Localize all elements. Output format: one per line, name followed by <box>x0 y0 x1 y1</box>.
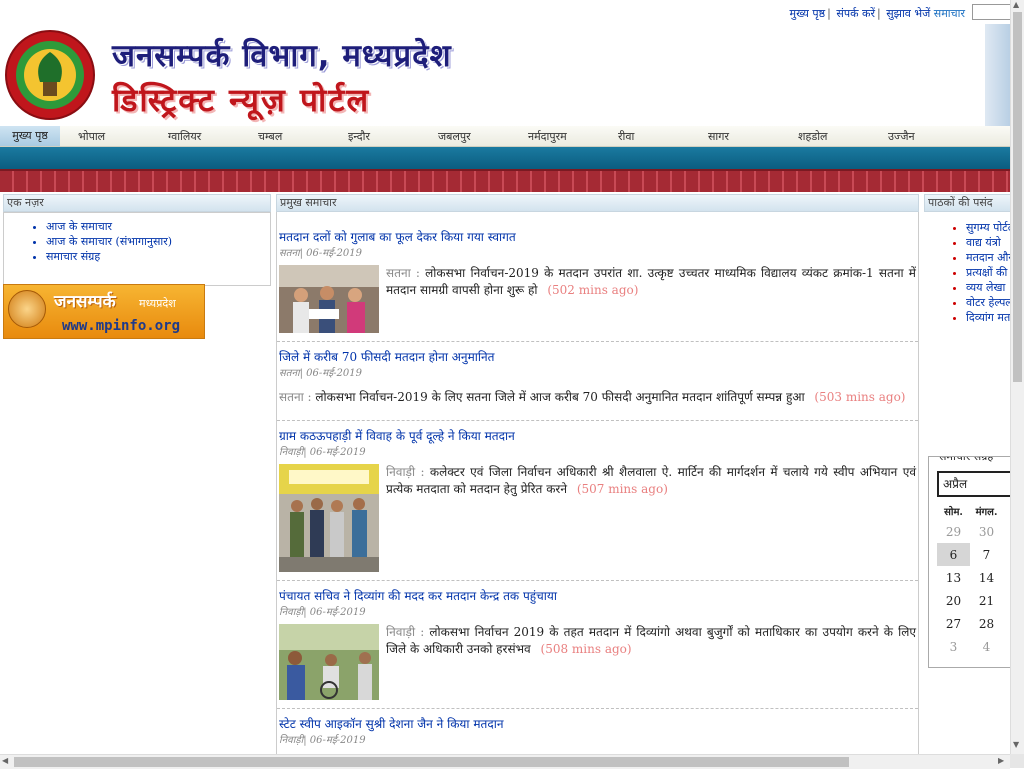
top-bar: मुख्य पृष्ठ | संपर्क करें | सुझाव भेजें सम… <box>0 0 1016 24</box>
calendar-day[interactable]: 14 <box>970 566 1003 589</box>
readers-choice-item[interactable]: व्यय लेखा <box>966 280 1010 295</box>
vertical-scroll-thumb[interactable] <box>1013 12 1022 382</box>
news-archive-calendar: समाचार संग्रह अप्रैल सोम. मंगल. 29 30 6 … <box>928 456 1011 668</box>
news-photo[interactable] <box>279 265 379 333</box>
scroll-right-arrow-icon[interactable]: ▶ <box>998 756 1004 765</box>
nav-item-rewa[interactable]: रीवा <box>618 129 634 144</box>
news-title[interactable]: स्टेट स्वीप आइकॉन सुश्री देशना जैन ने कि… <box>279 709 916 732</box>
readers-choice-header: पाठकों की पसंद <box>924 194 1010 212</box>
readers-choice-list: सुगम्य पोर्टल सुगम होगा वाद्य यंत्रो मतद… <box>924 220 1010 325</box>
nav-item-shahdol[interactable]: शहडोल <box>798 129 828 144</box>
nav-item-jabalpur[interactable]: जबलपुर <box>438 129 471 144</box>
today-news-link[interactable]: आज के समाचार <box>46 219 270 234</box>
calendar-day[interactable]: 13 <box>937 566 970 589</box>
weekday-header: सोम. <box>944 506 963 518</box>
readers-choice-item[interactable]: मतदान और निर्धारित <box>966 250 1010 265</box>
header-decoration <box>985 24 1010 126</box>
scroll-left-arrow-icon[interactable]: ◀ <box>2 756 8 765</box>
calendar-day[interactable]: 29 <box>937 520 970 543</box>
month-select[interactable]: अप्रैल <box>937 471 1011 497</box>
news-archive-link[interactable]: समाचार संग्रह <box>46 249 270 264</box>
news-link[interactable]: समाचार <box>934 7 965 20</box>
calendar-day[interactable]: 7 <box>970 543 1003 566</box>
news-summary: निवाड़ी : लोकसभा निर्वाचन 2019 के तहत मत… <box>386 625 916 656</box>
nav-item-chambal[interactable]: चम्बल <box>258 129 282 144</box>
nav-item-bhopal[interactable]: भोपाल <box>78 129 105 144</box>
scrollbar-corner <box>1010 754 1024 768</box>
nav-item-narmadapuram[interactable]: नर्मदापुरम <box>528 129 567 144</box>
nav-item-home[interactable]: मुख्य पृष्ठ <box>0 126 60 146</box>
mp-emblem-logo <box>5 30 95 120</box>
news-item: ग्राम कठऊपहाड़ी में विवाह के पूर्व दूल्ह… <box>277 421 918 581</box>
news-photo[interactable] <box>279 624 379 700</box>
news-item: पंचायत सचिव ने दिव्यांग की मदद कर मतदान … <box>277 581 918 709</box>
calendar-day[interactable]: 21 <box>970 589 1003 612</box>
weekday-header: मंगल. <box>975 506 998 518</box>
readers-choice-item[interactable]: दिव्यांग मत पंजीयन (ऑ <box>966 310 1010 325</box>
top-links: मुख्य पृष्ठ | संपर्क करें | सुझाव भेजें सम… <box>789 7 965 20</box>
nav-item-ujjain[interactable]: उज्जैन <box>888 129 915 144</box>
banner-name: जनसम्पर्क <box>54 292 116 312</box>
header-band <box>0 147 1010 169</box>
left-sidebar: एक नज़र आज के समाचार आज के समाचार (संभाग… <box>3 194 271 286</box>
nav-item-gwalior[interactable]: ग्वालियर <box>168 129 201 144</box>
contact-link[interactable]: संपर्क करें <box>836 7 875 20</box>
news-item: जिले में करीब 70 फीसदी मतदान होना अनुमान… <box>277 342 918 421</box>
horizontal-scroll-thumb[interactable] <box>14 757 849 767</box>
mpinfo-banner[interactable]: जनसम्पर्क मध्यप्रदेश www.mpinfo.org <box>3 284 205 339</box>
banner-url: www.mpinfo.org <box>62 318 181 334</box>
calendar-day[interactable]: 30 <box>970 520 1003 543</box>
vertical-scrollbar[interactable]: ▲ ▼ <box>1010 0 1024 754</box>
calendar-day[interactable]: 27 <box>937 612 970 635</box>
portal-title: डिस्ट्रिक्ट न्यूज़ पोर्टल <box>112 81 371 119</box>
decorative-border <box>0 169 1010 192</box>
news-title[interactable]: मतदान दलों को गुलाब का फूल देकर किया गया… <box>279 212 916 245</box>
news-summary: सतना : लोकसभा निर्वाचन-2019 के लिए सतना … <box>279 390 906 404</box>
nav-item-sagar[interactable]: सागर <box>708 129 729 144</box>
news-summary: सतना : लोकसभा निर्वाचन-2019 के मतदान उपर… <box>386 266 916 297</box>
banner-state: मध्यप्रदेश <box>139 297 176 310</box>
calendar-day[interactable]: 20 <box>937 589 970 612</box>
news-meta: सतना| 06-मई-2019 <box>279 368 362 379</box>
news-photo[interactable] <box>279 464 379 572</box>
news-title[interactable]: ग्राम कठऊपहाड़ी में विवाह के पूर्व दूल्ह… <box>279 421 916 444</box>
readers-choice-item[interactable]: वाद्य यंत्रो <box>966 235 1010 250</box>
janasampark-emblem-icon <box>8 290 46 328</box>
calendar-day-selected[interactable]: 6 <box>937 543 970 566</box>
today-news-division-link[interactable]: आज के समाचार (संभागानुसार) <box>46 234 270 249</box>
news-summary: निवाड़ी : कलेक्टर एवं जिला निर्वाचन अधिक… <box>386 465 917 496</box>
news-title[interactable]: पंचायत सचिव ने दिव्यांग की मदद कर मतदान … <box>279 581 916 604</box>
main-nav: मुख्य पृष्ठ भोपाल ग्वालियर चम्बल इन्दौर … <box>0 126 1010 147</box>
scroll-down-arrow-icon[interactable]: ▼ <box>1013 740 1019 749</box>
readers-choice-item[interactable]: सुगम्य पोर्टल सुगम होगा <box>966 220 1010 235</box>
calendar-grid: सोम. मंगल. 29 30 6 7 13 14 20 21 27 28 3… <box>937 501 1003 658</box>
calendar-day[interactable]: 3 <box>937 635 970 658</box>
site-header: जनसम्पर्क विभाग, मध्यप्रदेश डिस्ट्रिक्ट … <box>0 24 1010 126</box>
horizontal-scrollbar[interactable]: ◀ ▶ <box>0 754 1010 769</box>
news-meta: निवाड़ी| 06-मई-2019 <box>279 447 366 458</box>
news-meta: निवाड़ी| 06-मई-2019 <box>279 607 366 618</box>
news-list: मतदान दलों को गुलाब का फूल देकर किया गया… <box>276 212 919 768</box>
nav-item-indore[interactable]: इन्दौर <box>348 129 370 144</box>
home-link[interactable]: मुख्य पृष्ठ <box>790 7 826 20</box>
news-item: मतदान दलों को गुलाब का फूल देकर किया गया… <box>277 212 918 342</box>
at-a-glance-box: आज के समाचार आज के समाचार (संभागानुसार) … <box>3 212 271 286</box>
readers-choice-item[interactable]: प्रत्यक्षों की और मतदान निर्वाचन 2019 <box>966 265 1010 280</box>
scroll-up-arrow-icon[interactable]: ▲ <box>1013 0 1019 9</box>
news-title[interactable]: जिले में करीब 70 फीसदी मतदान होना अनुमान… <box>279 342 916 365</box>
calendar-legend: समाचार संग्रह <box>937 457 996 464</box>
readers-choice-item[interactable]: वोटर हेल्पलाइन देख सकते <box>966 295 1010 310</box>
at-a-glance-header: एक नज़र <box>3 194 271 212</box>
suggestion-link[interactable]: सुझाव भेजें <box>886 7 930 20</box>
department-title: जनसम्पर्क विभाग, मध्यप्रदेश <box>112 38 452 74</box>
calendar-day[interactable]: 28 <box>970 612 1003 635</box>
main-news-header: प्रमुख समाचार <box>276 194 919 212</box>
calendar-day[interactable]: 4 <box>970 635 1003 658</box>
news-meta: सतना| 06-मई-2019 <box>279 248 362 259</box>
news-meta: निवाड़ी| 06-मई-2019 <box>279 735 366 746</box>
main-news: प्रमुख समाचार मतदान दलों को गुलाब का फूल… <box>276 194 919 768</box>
